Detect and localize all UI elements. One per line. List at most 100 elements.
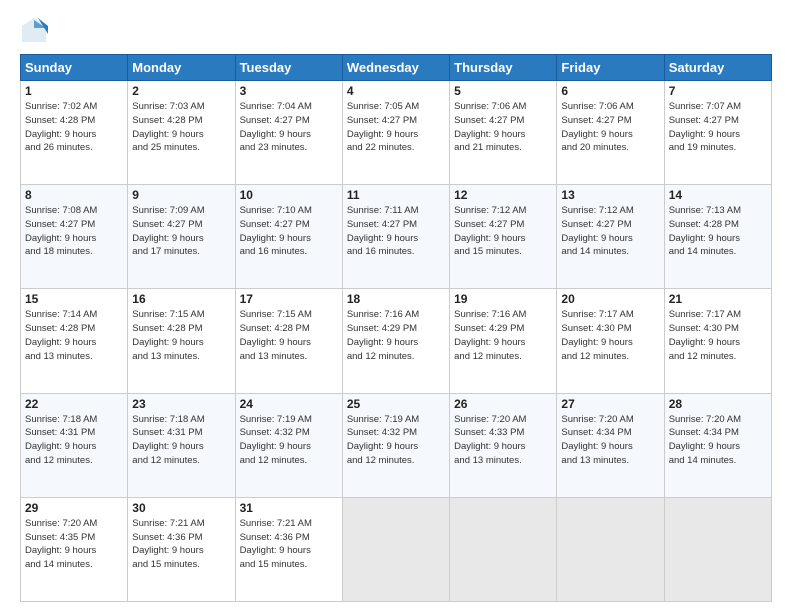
day-info: Sunrise: 7:12 AM Sunset: 4:27 PM Dayligh… [561,204,659,259]
day-info: Sunrise: 7:02 AM Sunset: 4:28 PM Dayligh… [25,100,123,155]
page: SundayMondayTuesdayWednesdayThursdayFrid… [0,0,792,612]
week-row-5: 29 Sunrise: 7:20 AM Sunset: 4:35 PM Dayli… [21,497,772,601]
day-info: Sunrise: 7:20 AM Sunset: 4:33 PM Dayligh… [454,413,552,468]
day-info: Sunrise: 7:15 AM Sunset: 4:28 PM Dayligh… [132,308,230,363]
day-number: 31 [240,501,338,515]
day-number: 12 [454,188,552,202]
day-info: Sunrise: 7:13 AM Sunset: 4:28 PM Dayligh… [669,204,767,259]
day-info: Sunrise: 7:16 AM Sunset: 4:29 PM Dayligh… [347,308,445,363]
day-cell: 20Sunrise: 7:17 AM Sunset: 4:30 PM Dayli… [557,289,664,393]
col-header-friday: Friday [557,55,664,81]
day-info: Sunrise: 7:06 AM Sunset: 4:27 PM Dayligh… [561,100,659,155]
day-info: Sunrise: 7:20 AM Sunset: 4:34 PM Dayligh… [669,413,767,468]
day-number: 26 [454,397,552,411]
day-info: Sunrise: 7:20 AM Sunset: 4:35 PM Dayligh… [25,517,123,572]
day-number: 25 [347,397,445,411]
day-cell: 21Sunrise: 7:17 AM Sunset: 4:30 PM Dayli… [664,289,771,393]
day-number: 27 [561,397,659,411]
day-number: 19 [454,292,552,306]
day-cell: 18Sunrise: 7:16 AM Sunset: 4:29 PM Dayli… [342,289,449,393]
day-number: 4 [347,84,445,98]
day-cell: 13 Sunrise: 7:12 AM Sunset: 4:27 PM Dayli… [557,185,664,289]
day-number: 13 [561,188,659,202]
day-number: 16 [132,292,230,306]
day-cell [664,497,771,601]
day-cell: 19 Sunrise: 7:16 AM Sunset: 4:29 PM Dayli… [450,289,557,393]
col-header-thursday: Thursday [450,55,557,81]
day-info: Sunrise: 7:04 AM Sunset: 4:27 PM Dayligh… [240,100,338,155]
day-cell: 7 Sunrise: 7:07 AM Sunset: 4:27 PM Daylig… [664,81,771,185]
day-cell [557,497,664,601]
day-cell: 10 Sunrise: 7:10 AM Sunset: 4:27 PM Dayli… [235,185,342,289]
day-info: Sunrise: 7:21 AM Sunset: 4:36 PM Dayligh… [240,517,338,572]
day-number: 24 [240,397,338,411]
day-cell: 28Sunrise: 7:20 AM Sunset: 4:34 PM Dayli… [664,393,771,497]
day-info: Sunrise: 7:14 AM Sunset: 4:28 PM Dayligh… [25,308,123,363]
day-cell: 29 Sunrise: 7:20 AM Sunset: 4:35 PM Dayli… [21,497,128,601]
col-header-monday: Monday [128,55,235,81]
day-info: Sunrise: 7:09 AM Sunset: 4:27 PM Dayligh… [132,204,230,259]
day-cell: 3 Sunrise: 7:04 AM Sunset: 4:27 PM Daylig… [235,81,342,185]
day-cell [450,497,557,601]
day-cell: 16 Sunrise: 7:15 AM Sunset: 4:28 PM Dayli… [128,289,235,393]
day-info: Sunrise: 7:03 AM Sunset: 4:28 PM Dayligh… [132,100,230,155]
header [20,16,772,44]
day-number: 20 [561,292,659,306]
day-info: Sunrise: 7:18 AM Sunset: 4:31 PM Dayligh… [25,413,123,468]
logo-icon [20,16,48,44]
day-info: Sunrise: 7:12 AM Sunset: 4:27 PM Dayligh… [454,204,552,259]
day-info: Sunrise: 7:18 AM Sunset: 4:31 PM Dayligh… [132,413,230,468]
day-cell: 27 Sunrise: 7:20 AM Sunset: 4:34 PM Dayli… [557,393,664,497]
day-number: 11 [347,188,445,202]
day-number: 15 [25,292,123,306]
day-info: Sunrise: 7:19 AM Sunset: 4:32 PM Dayligh… [347,413,445,468]
day-number: 17 [240,292,338,306]
day-cell: 25 Sunrise: 7:19 AM Sunset: 4:32 PM Dayli… [342,393,449,497]
logo [20,16,52,44]
day-cell: 14Sunrise: 7:13 AM Sunset: 4:28 PM Dayli… [664,185,771,289]
day-cell: 24 Sunrise: 7:19 AM Sunset: 4:32 PM Dayli… [235,393,342,497]
day-number: 8 [25,188,123,202]
day-number: 9 [132,188,230,202]
col-header-sunday: Sunday [21,55,128,81]
day-cell: 6 Sunrise: 7:06 AM Sunset: 4:27 PM Daylig… [557,81,664,185]
day-cell: 11Sunrise: 7:11 AM Sunset: 4:27 PM Dayli… [342,185,449,289]
day-cell: 4 Sunrise: 7:05 AM Sunset: 4:27 PM Daylig… [342,81,449,185]
day-number: 5 [454,84,552,98]
week-row-3: 15 Sunrise: 7:14 AM Sunset: 4:28 PM Dayli… [21,289,772,393]
day-number: 7 [669,84,767,98]
day-cell: 30 Sunrise: 7:21 AM Sunset: 4:36 PM Dayli… [128,497,235,601]
col-header-wednesday: Wednesday [342,55,449,81]
day-cell [342,497,449,601]
day-cell: 5 Sunrise: 7:06 AM Sunset: 4:27 PM Daylig… [450,81,557,185]
day-info: Sunrise: 7:20 AM Sunset: 4:34 PM Dayligh… [561,413,659,468]
day-cell: 12 Sunrise: 7:12 AM Sunset: 4:27 PM Dayli… [450,185,557,289]
day-cell: 1 Sunrise: 7:02 AM Sunset: 4:28 PM Daylig… [21,81,128,185]
day-info: Sunrise: 7:08 AM Sunset: 4:27 PM Dayligh… [25,204,123,259]
day-cell: 26 Sunrise: 7:20 AM Sunset: 4:33 PM Dayli… [450,393,557,497]
day-number: 6 [561,84,659,98]
header-row: SundayMondayTuesdayWednesdayThursdayFrid… [21,55,772,81]
day-info: Sunrise: 7:16 AM Sunset: 4:29 PM Dayligh… [454,308,552,363]
week-row-4: 22Sunrise: 7:18 AM Sunset: 4:31 PM Dayli… [21,393,772,497]
day-cell: 31 Sunrise: 7:21 AM Sunset: 4:36 PM Dayli… [235,497,342,601]
day-info: Sunrise: 7:06 AM Sunset: 4:27 PM Dayligh… [454,100,552,155]
day-number: 21 [669,292,767,306]
day-number: 3 [240,84,338,98]
day-number: 29 [25,501,123,515]
day-info: Sunrise: 7:21 AM Sunset: 4:36 PM Dayligh… [132,517,230,572]
day-info: Sunrise: 7:10 AM Sunset: 4:27 PM Dayligh… [240,204,338,259]
calendar-table: SundayMondayTuesdayWednesdayThursdayFrid… [20,54,772,602]
day-cell: 23 Sunrise: 7:18 AM Sunset: 4:31 PM Dayli… [128,393,235,497]
day-cell: 8 Sunrise: 7:08 AM Sunset: 4:27 PM Daylig… [21,185,128,289]
col-header-tuesday: Tuesday [235,55,342,81]
day-info: Sunrise: 7:19 AM Sunset: 4:32 PM Dayligh… [240,413,338,468]
day-number: 23 [132,397,230,411]
day-number: 10 [240,188,338,202]
day-cell: 17Sunrise: 7:15 AM Sunset: 4:28 PM Dayli… [235,289,342,393]
day-cell: 22Sunrise: 7:18 AM Sunset: 4:31 PM Dayli… [21,393,128,497]
day-info: Sunrise: 7:05 AM Sunset: 4:27 PM Dayligh… [347,100,445,155]
day-number: 1 [25,84,123,98]
day-info: Sunrise: 7:07 AM Sunset: 4:27 PM Dayligh… [669,100,767,155]
day-number: 30 [132,501,230,515]
